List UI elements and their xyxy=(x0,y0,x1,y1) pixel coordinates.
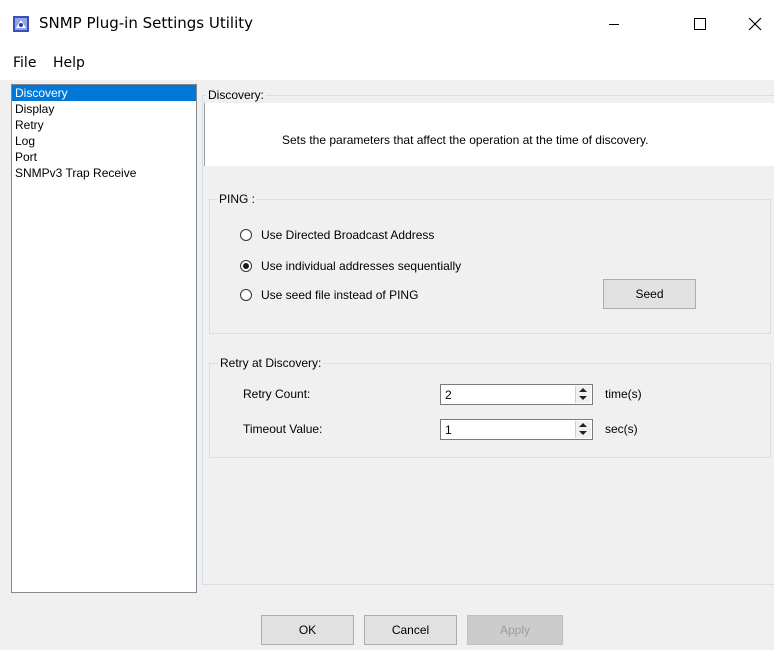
category-list[interactable]: Discovery Display Retry Log Port SNMPv3 … xyxy=(11,84,197,593)
menu-file[interactable]: File xyxy=(13,55,36,71)
cancel-button[interactable]: Cancel xyxy=(364,615,457,645)
discovery-group xyxy=(202,95,774,585)
sidebar-item-snmpv3-trap-receive[interactable]: SNMPv3 Trap Receive xyxy=(12,165,196,181)
spinner-arrows[interactable] xyxy=(575,421,591,438)
app-icon xyxy=(13,16,29,32)
ping-group-label: PING : xyxy=(217,192,258,206)
description-panel: Sets the parameters that affect the oper… xyxy=(204,103,774,166)
retry-group-label: Retry at Discovery: xyxy=(218,356,324,370)
settings-window: SNMP Plug-in Settings Utility File Help … xyxy=(0,0,774,650)
sidebar-item-display[interactable]: Display xyxy=(12,101,196,117)
timeout-spinner[interactable]: 1 xyxy=(440,419,593,440)
window-title: SNMP Plug-in Settings Utility xyxy=(39,14,254,32)
radio-label: Use individual addresses sequentially xyxy=(261,259,462,273)
menu-bar: File Help xyxy=(0,47,774,80)
close-icon xyxy=(748,17,762,30)
ok-button[interactable]: OK xyxy=(261,615,354,645)
up-arrow-icon[interactable] xyxy=(579,388,587,392)
retry-count-label: Retry Count: xyxy=(243,387,311,401)
close-button[interactable] xyxy=(732,0,774,47)
retry-count-spinner[interactable]: 2 xyxy=(440,384,593,405)
maximize-button[interactable] xyxy=(677,0,723,47)
seed-button[interactable]: Seed xyxy=(603,279,696,309)
up-arrow-icon[interactable] xyxy=(579,423,587,427)
sidebar-item-log[interactable]: Log xyxy=(12,133,196,149)
retry-count-unit: time(s) xyxy=(605,387,642,401)
radio-button-selected[interactable] xyxy=(240,260,252,272)
minimize-button[interactable] xyxy=(591,0,637,47)
sidebar-item-discovery[interactable]: Discovery xyxy=(12,85,196,101)
sidebar-item-retry[interactable]: Retry xyxy=(12,117,196,133)
timeout-unit: sec(s) xyxy=(605,422,638,436)
sidebar-item-port[interactable]: Port xyxy=(12,149,196,165)
radio-seed-file[interactable]: Use seed file instead of PING xyxy=(240,287,418,303)
menu-help[interactable]: Help xyxy=(53,55,85,71)
retry-count-value[interactable]: 2 xyxy=(445,388,452,402)
apply-button[interactable]: Apply xyxy=(467,615,563,645)
title-bar[interactable]: SNMP Plug-in Settings Utility xyxy=(0,0,774,47)
radio-button[interactable] xyxy=(240,289,252,301)
radio-individual-addresses[interactable]: Use individual addresses sequentially xyxy=(240,258,461,274)
retry-group xyxy=(209,363,771,458)
spinner-arrows[interactable] xyxy=(575,386,591,403)
left-frame xyxy=(0,80,9,650)
radio-label: Use seed file instead of PING xyxy=(261,288,419,302)
down-arrow-icon[interactable] xyxy=(579,431,587,435)
radio-button[interactable] xyxy=(240,229,252,241)
discovery-group-label: Discovery: xyxy=(206,88,267,102)
radio-directed-broadcast[interactable]: Use Directed Broadcast Address xyxy=(240,227,434,243)
timeout-value[interactable]: 1 xyxy=(445,423,452,437)
description-text: Sets the parameters that affect the oper… xyxy=(282,133,649,147)
minimize-icon xyxy=(609,23,619,25)
radio-label: Use Directed Broadcast Address xyxy=(261,228,435,242)
maximize-icon xyxy=(694,17,706,30)
down-arrow-icon[interactable] xyxy=(579,396,587,400)
timeout-label: Timeout Value: xyxy=(243,422,323,436)
